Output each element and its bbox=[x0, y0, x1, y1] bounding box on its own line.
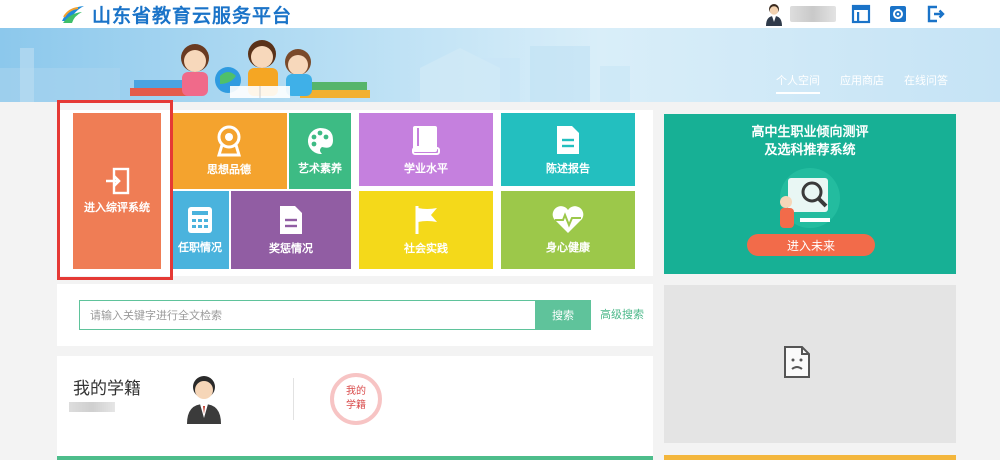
promo-title-line-2: 及选科推荐系统 bbox=[764, 143, 856, 158]
student-avatar-icon bbox=[187, 376, 221, 424]
user-avatar-icon[interactable] bbox=[763, 2, 785, 26]
career-test-promo[interactable]: 高中生职业倾向测评 及选科推荐系统 进入未来 bbox=[664, 114, 956, 274]
logo-mark-icon bbox=[62, 6, 84, 23]
tile-label: 身心健康 bbox=[546, 241, 590, 254]
tile-label: 陈述报告 bbox=[546, 161, 590, 175]
document-icon bbox=[557, 125, 579, 154]
right-bottom-strip bbox=[664, 455, 956, 460]
nav-app-store[interactable]: 应用商店 bbox=[840, 72, 884, 94]
promo-title: 高中生职业倾向测评 及选科推荐系统 bbox=[664, 124, 956, 160]
heart-icon bbox=[552, 206, 584, 233]
tile-art[interactable]: 艺术素养 bbox=[289, 113, 351, 189]
medal-icon bbox=[216, 125, 242, 157]
book-icon bbox=[412, 125, 440, 155]
tile-academic[interactable]: 学业水平 bbox=[359, 113, 493, 186]
badge-line-2: 学籍 bbox=[346, 400, 366, 411]
palette-icon bbox=[307, 128, 333, 155]
search-button[interactable]: 搜索 bbox=[535, 300, 591, 330]
promo-title-line-1: 高中生职业倾向测评 bbox=[751, 125, 869, 140]
tile-duty[interactable]: 任职情况 bbox=[171, 191, 229, 269]
settings-icon[interactable] bbox=[888, 4, 908, 24]
user-name-blurred bbox=[790, 6, 836, 22]
record-divider bbox=[293, 378, 294, 420]
nav-personal-space[interactable]: 个人空间 bbox=[776, 72, 820, 94]
broken-content-placeholder bbox=[664, 285, 956, 443]
badge-line-1: 我的 bbox=[346, 386, 366, 397]
flag-icon bbox=[415, 206, 437, 234]
advanced-search-link[interactable]: 高级搜索 bbox=[600, 306, 644, 322]
layout-icon[interactable] bbox=[851, 4, 871, 24]
search-panel: 搜索 高级搜索 bbox=[57, 284, 653, 346]
tile-label: 艺术素养 bbox=[298, 162, 342, 175]
tile-report[interactable]: 陈述报告 bbox=[501, 113, 635, 186]
highlight-annotation-box bbox=[57, 100, 173, 280]
site-title: 山东省教育云服务平台 bbox=[92, 4, 293, 27]
tile-morality[interactable]: 思想品德 bbox=[171, 113, 287, 189]
tile-award[interactable]: 奖惩情况 bbox=[231, 191, 351, 269]
calculator-icon bbox=[188, 207, 212, 233]
record-title: 我的学籍 bbox=[73, 379, 141, 399]
record-id-blurred bbox=[69, 402, 115, 412]
logout-icon[interactable] bbox=[926, 4, 946, 24]
nav-online-qa[interactable]: 在线问答 bbox=[904, 72, 948, 94]
promo-illustration bbox=[780, 168, 840, 228]
tile-label: 思想品德 bbox=[207, 163, 251, 176]
main-nav: 个人空间 应用商店 在线问答 bbox=[776, 72, 948, 94]
site-logo[interactable]: 山东省教育云服务平台 bbox=[60, 2, 293, 27]
my-record-badge[interactable]: 我的 学籍 bbox=[330, 373, 382, 425]
top-bar: 山东省教育云服务平台 bbox=[0, 0, 1000, 28]
broken-file-icon bbox=[784, 346, 810, 378]
tile-health[interactable]: 身心健康 bbox=[501, 191, 635, 269]
tile-label: 奖惩情况 bbox=[269, 242, 313, 255]
fulltext-search-input[interactable] bbox=[79, 300, 535, 330]
my-record-panel: 我的学籍 我的 学籍 bbox=[57, 356, 653, 460]
tile-label: 社会实践 bbox=[404, 242, 448, 255]
tile-label: 学业水平 bbox=[404, 161, 448, 175]
tile-practice[interactable]: 社会实践 bbox=[359, 191, 493, 269]
tile-label: 任职情况 bbox=[178, 241, 222, 254]
enter-future-button[interactable]: 进入未来 bbox=[747, 234, 875, 256]
record-bottom-strip bbox=[57, 456, 653, 460]
note-icon bbox=[280, 206, 302, 234]
